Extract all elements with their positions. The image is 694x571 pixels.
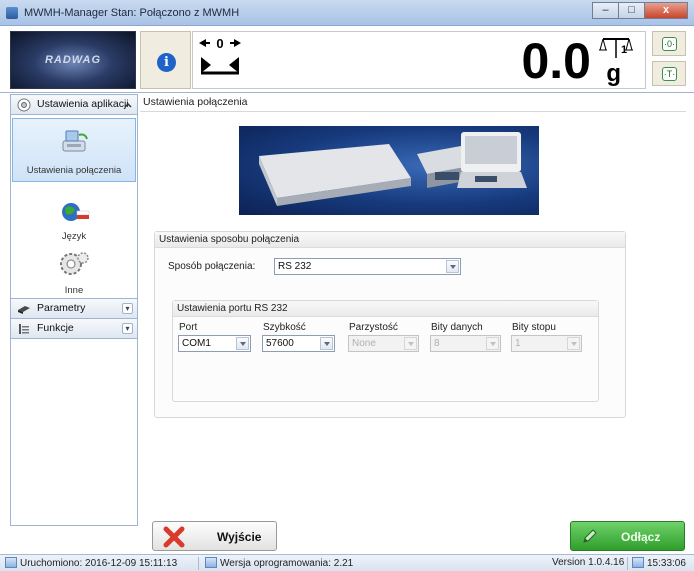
sidebar-section-label: Ustawienia aplikacji <box>37 98 129 110</box>
sidebar-item-language[interactable]: Język <box>12 199 136 247</box>
weight-unit: g <box>606 60 621 87</box>
breadcrumb: Ustawienia połączenia <box>140 94 686 112</box>
weight-value: 0.0 <box>521 33 591 89</box>
main-content: Ustawienia połączenia Ustawienia sposobu… <box>140 94 694 526</box>
language-flags-icon <box>62 203 90 221</box>
clock-icon <box>5 557 17 568</box>
disconnect-button-label: Odłącz <box>621 530 661 544</box>
logo-text: RADWAG <box>44 54 102 66</box>
range-indicator-label: 1 <box>621 44 627 56</box>
connection-method-select[interactable]: RS 232 <box>274 258 461 275</box>
chevron-up-icon <box>124 102 132 108</box>
sidebar: Ustawienia aplikacji Ustawienia połączen… <box>10 94 138 526</box>
sidebar-item-label: Inne <box>64 285 84 296</box>
sidebar-section-body: Ustawienia połączenia Język Inne <box>11 115 137 299</box>
baud-rate-label: Szybkość <box>263 322 306 333</box>
status-time: 15:33:06 <box>632 557 686 569</box>
sidebar-item-other[interactable]: Inne <box>12 249 136 297</box>
data-bits-label: Bity danych <box>431 322 483 333</box>
disconnect-button[interactable]: Odłącz <box>570 521 685 551</box>
stop-bits-label: Bity stopu <box>512 322 556 333</box>
port-label: Port <box>179 322 198 333</box>
gears-icon <box>60 252 89 275</box>
pencil-icon <box>583 529 597 543</box>
chevron-down-icon <box>236 337 249 350</box>
sidebar-section-label: Funkcje <box>37 322 74 334</box>
sidebar-section-functions[interactable]: Funkcje ▾ <box>11 319 137 339</box>
scales-banner-image <box>239 126 539 215</box>
weighing-mode-in-icon: ·0· <box>662 37 677 51</box>
status-version: Version 1.0.4.16 <box>552 557 625 568</box>
weighing-mode-out-button[interactable]: ·T· <box>652 61 686 86</box>
clock-icon <box>632 557 644 568</box>
scales-illustration <box>259 132 527 206</box>
window-controls: – □ x <box>592 2 688 19</box>
info-icon: i <box>157 53 176 72</box>
connection-settings-icon <box>62 130 88 152</box>
baud-rate-select[interactable]: 57600 <box>262 335 335 352</box>
status-software-version: Wersja oprogramowania: 2.21 <box>205 557 353 569</box>
chevron-down-icon <box>320 337 333 350</box>
monitor-icon <box>205 557 217 568</box>
connection-method-group: Ustawienia sposobu połączenia Sposób poł… <box>154 231 626 418</box>
radwag-logo: RADWAG <box>10 31 136 89</box>
exit-button[interactable]: Wyjście <box>152 521 277 551</box>
sidebar-section-label: Parametry <box>37 302 86 314</box>
parity-value: None <box>352 338 376 349</box>
sidebar-section-app-settings[interactable]: Ustawienia aplikacji <box>11 95 137 115</box>
range-indicator-icon: 1 <box>599 38 633 58</box>
maximize-button[interactable]: □ <box>618 2 644 19</box>
settings-gear-icon <box>17 98 31 112</box>
port-select[interactable]: COM1 <box>178 335 251 352</box>
status-separator <box>198 557 199 570</box>
chevron-down-icon <box>567 337 580 350</box>
zero-indicator-label: 0 <box>216 36 223 51</box>
status-separator <box>627 557 628 570</box>
exit-button-label: Wyjście <box>217 530 262 544</box>
port-value: COM1 <box>182 338 211 349</box>
data-bits-value: 8 <box>434 338 440 349</box>
rs232-port-group-title: Ustawienia portu RS 232 <box>173 301 598 317</box>
parameters-icon <box>18 306 30 314</box>
chevron-down-icon <box>446 260 459 273</box>
chevron-down-icon <box>404 337 417 350</box>
rs232-port-group: Ustawienia portu RS 232 Port COM1 Szybko… <box>172 300 599 402</box>
header: RADWAG i 0 0.0 1 g ·0· ·T· <box>0 27 694 93</box>
sidebar-item-label: Język <box>61 231 87 242</box>
minimize-button[interactable]: – <box>592 2 618 19</box>
weighing-mode-in-button[interactable]: ·0· <box>652 31 686 56</box>
sidebar-item-connection-settings[interactable]: Ustawienia połączenia <box>12 118 136 182</box>
parity-label: Parzystość <box>349 322 398 333</box>
weighing-mode-out-icon: ·T· <box>662 67 677 81</box>
connection-method-group-title: Ustawienia sposobu połączenia <box>155 232 625 248</box>
status-started: Uruchomiono: 2016-12-09 15:11:13 <box>5 557 177 569</box>
stop-bits-value: 1 <box>515 338 521 349</box>
zero-indicator-icon: 0 <box>199 36 241 75</box>
data-bits-select: 8 <box>430 335 501 352</box>
close-x-icon <box>163 526 185 548</box>
parity-select: None <box>348 335 419 352</box>
connection-method-label: Sposób połączenia: <box>168 261 256 272</box>
close-button[interactable]: x <box>644 2 688 19</box>
stop-bits-select: 1 <box>511 335 582 352</box>
window-title: MWMH-Manager Stan: Połączono z MWMH <box>24 7 240 19</box>
sidebar-section-parameters[interactable]: Parametry ▾ <box>11 299 137 319</box>
connection-method-value: RS 232 <box>278 261 312 272</box>
weight-display: 0 0.0 1 g <box>192 31 646 89</box>
baud-rate-value: 57600 <box>266 338 294 349</box>
app-icon <box>6 7 18 19</box>
chevron-down-icon <box>486 337 499 350</box>
status-bar: Uruchomiono: 2016-12-09 15:11:13 Wersja … <box>0 554 694 571</box>
sidebar-item-label: Ustawienia połączenia <box>26 165 122 176</box>
chevron-down-icon: ▾ <box>122 303 133 314</box>
chevron-down-icon: ▾ <box>122 323 133 334</box>
functions-icon <box>19 324 29 334</box>
title-bar: MWMH-Manager Stan: Połączono z MWMH – □ … <box>0 0 694 26</box>
info-button[interactable]: i <box>140 31 191 89</box>
